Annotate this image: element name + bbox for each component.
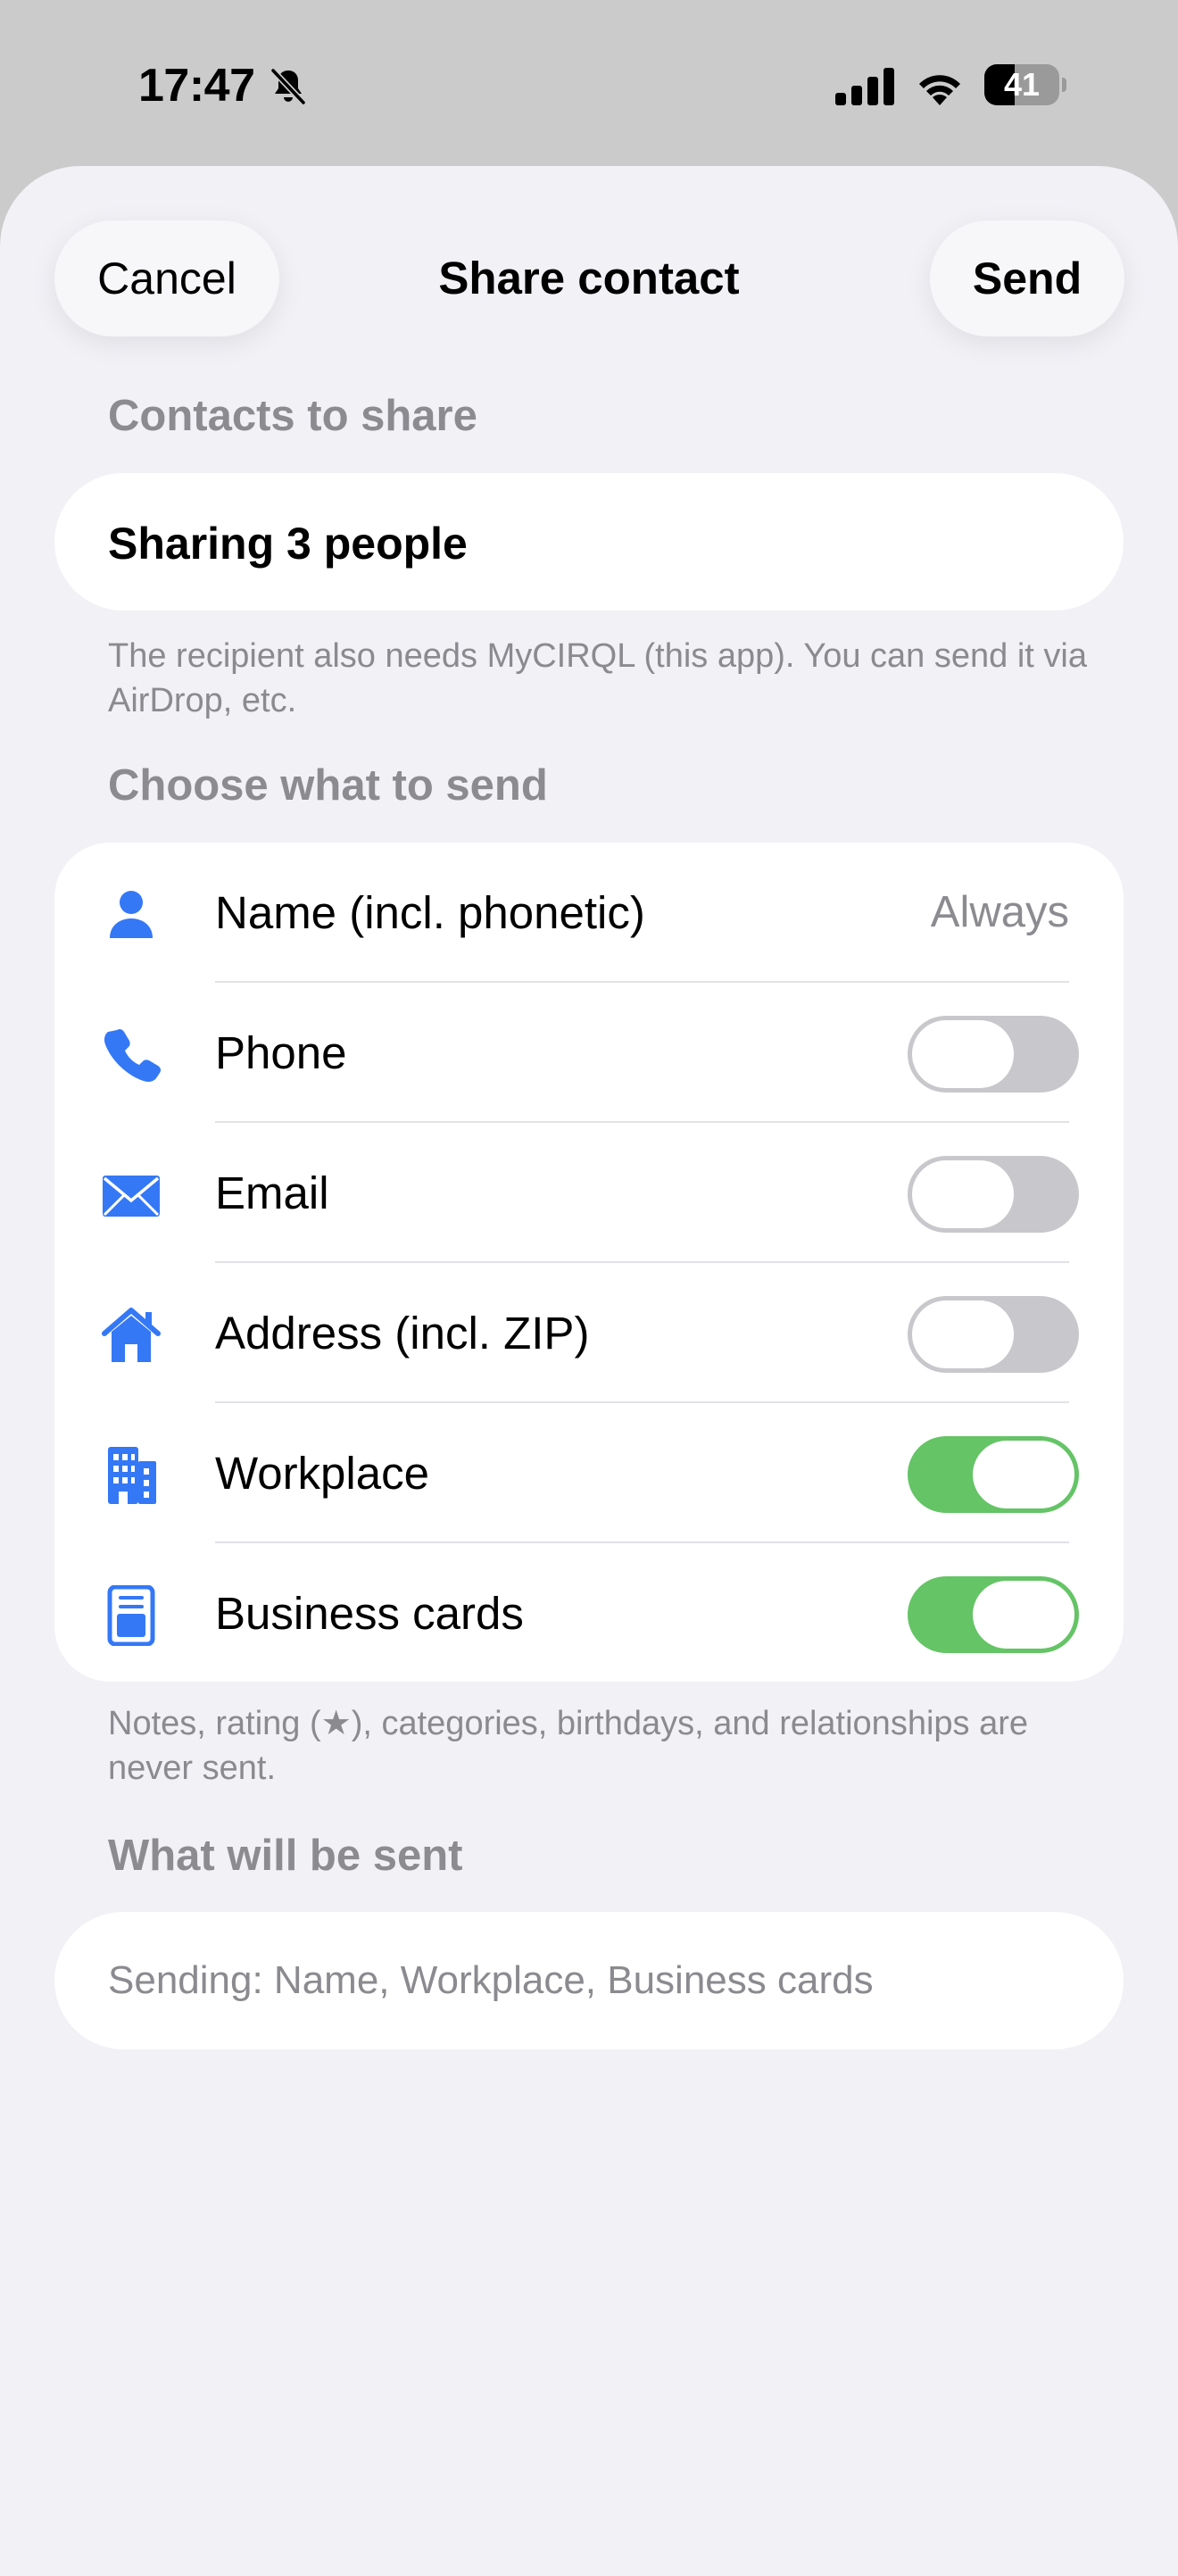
battery-icon: 41 — [984, 64, 1066, 107]
share-contact-sheet: Cancel Share contact Send Contacts to sh… — [0, 166, 1178, 2576]
cancel-button[interactable]: Cancel — [54, 220, 279, 337]
option-row-name: Name (incl. phonetic) Always — [54, 843, 1124, 983]
battery-level: 41 — [1003, 66, 1041, 103]
sharing-people-card[interactable]: Sharing 3 people — [54, 473, 1124, 611]
option-label: Business cards — [215, 1588, 524, 1639]
business-cards-toggle[interactable] — [908, 1576, 1079, 1653]
person-icon — [110, 891, 153, 938]
option-label: Name (incl. phonetic) — [215, 887, 645, 938]
workplace-toggle[interactable] — [908, 1436, 1079, 1513]
option-label: Workplace — [215, 1448, 429, 1499]
option-row-business-cards: Business cards — [54, 1543, 1124, 1683]
wifi-icon — [919, 75, 960, 105]
address-toggle[interactable] — [908, 1296, 1079, 1373]
business-card-icon — [107, 1585, 155, 1646]
summary-card: Sending: Name, Workplace, Business cards — [54, 1912, 1124, 2049]
summary-text: Sending: Name, Workplace, Business cards — [108, 1958, 874, 2002]
sharing-people-label: Sharing 3 people — [108, 519, 468, 569]
never-sent-footnote: Notes, rating (★), categories, birthdays… — [108, 1705, 1029, 1787]
send-button[interactable]: Send — [930, 220, 1124, 337]
option-row-address: Address (incl. ZIP) — [54, 1263, 1124, 1403]
option-value-always: Always — [930, 888, 1069, 936]
building-icon — [108, 1447, 156, 1504]
status-bar: 17:47 41 — [0, 0, 1178, 170]
phone-icon — [104, 1028, 162, 1082]
option-label: Email — [215, 1168, 329, 1218]
contacts-section-header: Contacts to share — [108, 392, 477, 440]
house-icon — [102, 1308, 161, 1362]
phone-toggle[interactable] — [908, 1016, 1079, 1093]
cellular-signal-icon — [835, 68, 894, 105]
page-title: Share contact — [438, 253, 740, 303]
option-label: Phone — [215, 1027, 347, 1078]
options-section-header: Choose what to send — [108, 761, 548, 810]
recipient-footnote: The recipient also needs MyCIRQL (this a… — [108, 637, 1087, 719]
option-row-workplace: Workplace — [54, 1403, 1124, 1543]
summary-section-header: What will be sent — [108, 1832, 463, 1880]
option-row-phone: Phone — [54, 983, 1124, 1123]
option-label: Address (incl. ZIP) — [215, 1308, 590, 1359]
option-row-email: Email — [54, 1123, 1124, 1263]
envelope-icon — [103, 1176, 160, 1217]
options-list: Name (incl. phonetic) Always Phone Email — [54, 843, 1124, 1682]
email-toggle[interactable] — [908, 1156, 1079, 1233]
status-time: 17:47 — [138, 60, 255, 112]
bell-slash-icon — [270, 68, 306, 105]
